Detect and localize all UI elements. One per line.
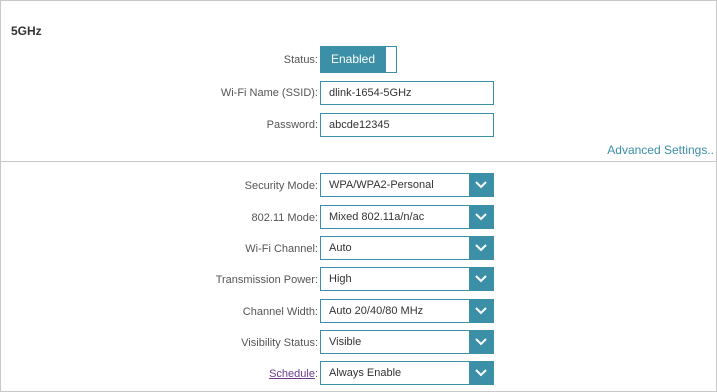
schedule-colon: : [314,368,318,380]
schedule-select[interactable]: Always Enable [320,361,494,385]
advanced-settings-link[interactable]: Advanced Settings.. [607,143,714,157]
80211-mode-label: 802.11 Mode: [251,212,318,224]
80211-mode-select[interactable]: Mixed 802.11a/n/ac [320,205,494,229]
password-label: Password: [266,119,318,131]
transmission-power-value: High [329,273,352,285]
ssid-input[interactable] [320,81,494,105]
channel-width-value: Auto 20/40/80 MHz [329,305,424,317]
channel-width-select[interactable]: Auto 20/40/80 MHz [320,299,494,323]
security-mode-select[interactable]: WPA/WPA2-Personal [320,173,494,197]
visibility-status-select[interactable]: Visible [320,330,494,354]
status-toggle[interactable]: Enabled [320,46,397,73]
toggle-knob [385,46,397,73]
chevron-down-icon[interactable] [469,268,493,290]
schedule-value: Always Enable [329,367,402,379]
chevron-down-icon[interactable] [469,174,493,196]
wifi-channel-label: Wi-Fi Channel: [245,243,318,255]
80211-mode-value: Mixed 802.11a/n/ac [329,211,425,223]
ssid-label: Wi-Fi Name (SSID): [220,87,318,99]
chevron-down-icon[interactable] [469,237,493,259]
schedule-label-group: Schedule: [269,368,318,380]
security-mode-value: WPA/WPA2-Personal [329,179,434,191]
wifi-channel-select[interactable]: Auto [320,236,494,260]
schedule-link[interactable]: Schedule [269,368,315,380]
transmission-power-select[interactable]: High [320,267,494,291]
section-title: 5GHz [11,24,42,38]
visibility-status-label: Visibility Status: [241,337,318,349]
chevron-down-icon[interactable] [469,300,493,322]
section-divider [0,161,717,162]
transmission-power-label: Transmission Power: [215,274,318,286]
chevron-down-icon[interactable] [469,331,493,353]
visibility-status-value: Visible [329,336,362,348]
chevron-down-icon[interactable] [469,362,493,384]
wifi-channel-value: Auto [329,242,352,254]
channel-width-label: Channel Width: [242,306,318,318]
security-mode-label: Security Mode: [244,180,318,192]
password-input[interactable] [320,113,494,137]
status-toggle-value: Enabled [320,46,386,73]
chevron-down-icon[interactable] [469,206,493,228]
status-label: Status: [283,54,318,66]
